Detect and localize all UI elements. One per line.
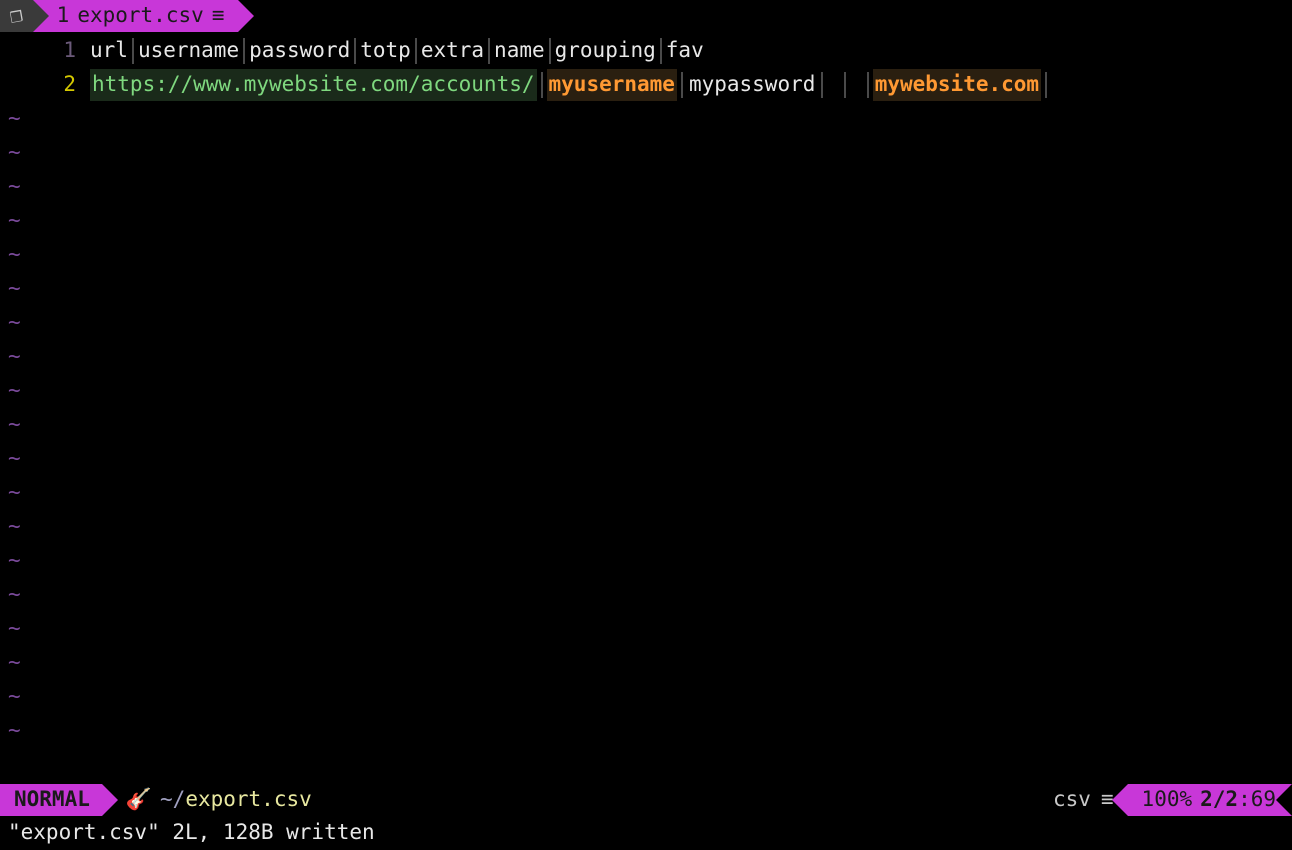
- col-position: :69: [1238, 787, 1276, 811]
- csv-separator: [354, 38, 356, 64]
- csv-separator: [488, 38, 490, 64]
- empty-line: ~: [0, 476, 1292, 510]
- tab-index: 1: [57, 0, 70, 32]
- tilde-marker: ~: [0, 375, 21, 407]
- csv-header-cell: password: [249, 35, 350, 67]
- empty-line: ~: [0, 204, 1292, 238]
- csv-separator: [132, 38, 134, 64]
- empty-line: ~: [0, 408, 1292, 442]
- file-path-segment: 🎸 ~/export.csv: [102, 784, 322, 816]
- empty-line: ~: [0, 510, 1292, 544]
- command-line[interactable]: "export.csv" 2L, 128B written: [0, 816, 1292, 850]
- tilde-marker: ~: [0, 409, 21, 441]
- csv-data-cell: [850, 69, 863, 101]
- line-content: https://www.mywebsite.com/accounts/myuse…: [90, 69, 1051, 101]
- csv-separator: [660, 38, 662, 64]
- tab-active[interactable]: 1 export.csv ≡: [33, 0, 239, 32]
- csv-header-cell: name: [494, 35, 545, 67]
- csv-header-cell: fav: [666, 35, 704, 67]
- tilde-marker: ~: [0, 681, 21, 713]
- csv-data-cell: myusername: [547, 69, 677, 101]
- mode-text: NORMAL: [14, 784, 90, 816]
- empty-line: ~: [0, 646, 1292, 680]
- percent-text: 100%: [1142, 784, 1193, 816]
- empty-line: ~: [0, 340, 1292, 374]
- empty-line: ~: [0, 102, 1292, 136]
- mode-indicator: NORMAL: [0, 784, 102, 816]
- empty-line: ~: [0, 578, 1292, 612]
- tilde-marker: ~: [0, 205, 21, 237]
- path-filename: export.csv: [185, 787, 311, 811]
- csv-data-cell: mypassword: [687, 69, 817, 101]
- csv-separator: [821, 72, 823, 98]
- csv-separator: [681, 72, 683, 98]
- csv-header-cell: grouping: [555, 35, 656, 67]
- csv-data-cell: mywebsite.com: [873, 69, 1041, 101]
- csv-separator: [549, 38, 551, 64]
- tilde-marker: ~: [0, 443, 21, 475]
- path-prefix: ~/: [160, 787, 185, 811]
- tilde-marker: ~: [0, 239, 21, 271]
- guitar-icon: 🎸: [126, 784, 152, 816]
- empty-line: ~: [0, 136, 1292, 170]
- hamburger-icon: ≡: [212, 0, 225, 32]
- line-position: 2/2: [1200, 787, 1238, 811]
- tilde-marker: ~: [0, 137, 21, 169]
- tilde-marker: ~: [0, 511, 21, 543]
- empty-line: ~: [0, 238, 1292, 272]
- document-icon: ❐: [7, 0, 25, 33]
- filetype-text: csv: [1053, 784, 1091, 816]
- empty-line: ~: [0, 170, 1292, 204]
- position-segment: 100% 2/2:69: [1128, 784, 1292, 816]
- tab-bar: ❐ 1 export.csv ≡: [0, 0, 1292, 32]
- line-number: 2: [0, 69, 90, 101]
- editor-line[interactable]: 1url username password totp extra name groupin…: [0, 34, 1292, 68]
- editor-line[interactable]: 2https://www.mywebsite.com/accounts/myus…: [0, 68, 1292, 102]
- csv-data-cell: https://www.mywebsite.com/accounts/: [90, 69, 537, 101]
- csv-separator: [243, 38, 245, 64]
- csv-header-cell: url: [90, 35, 128, 67]
- csv-header-cell: username: [138, 35, 239, 67]
- tilde-marker: ~: [0, 307, 21, 339]
- empty-line: ~: [0, 272, 1292, 306]
- tilde-marker: ~: [0, 171, 21, 203]
- tilde-marker: ~: [0, 579, 21, 611]
- tab-list-icon[interactable]: ❐: [0, 0, 33, 32]
- editor-area[interactable]: 1url username password totp extra name groupin…: [0, 32, 1292, 784]
- csv-data-cell: [827, 69, 840, 101]
- empty-line: ~: [0, 442, 1292, 476]
- tilde-marker: ~: [0, 647, 21, 679]
- tilde-marker: ~: [0, 477, 21, 509]
- tilde-marker: ~: [0, 715, 21, 747]
- command-message: "export.csv" 2L, 128B written: [8, 817, 375, 849]
- empty-line: ~: [0, 714, 1292, 748]
- csv-separator: [867, 72, 869, 98]
- line-number: 1: [0, 35, 90, 67]
- tilde-marker: ~: [0, 341, 21, 373]
- empty-line: ~: [0, 374, 1292, 408]
- status-bar: NORMAL 🎸 ~/export.csv csv ≡ 100% 2/2:69: [0, 784, 1292, 816]
- csv-separator: [844, 72, 846, 98]
- line-content: url username password totp extra name grouping…: [90, 35, 704, 67]
- empty-line: ~: [0, 612, 1292, 646]
- empty-line: ~: [0, 680, 1292, 714]
- csv-separator: [415, 38, 417, 64]
- tilde-marker: ~: [0, 613, 21, 645]
- tilde-marker: ~: [0, 273, 21, 305]
- tab-filename: export.csv: [77, 0, 203, 32]
- csv-separator: [1045, 72, 1047, 98]
- tilde-marker: ~: [0, 103, 21, 135]
- csv-separator: [541, 72, 543, 98]
- tilde-marker: ~: [0, 545, 21, 577]
- csv-header-cell: totp: [360, 35, 411, 67]
- empty-line: ~: [0, 306, 1292, 340]
- empty-line: ~: [0, 544, 1292, 578]
- csv-header-cell: extra: [421, 35, 484, 67]
